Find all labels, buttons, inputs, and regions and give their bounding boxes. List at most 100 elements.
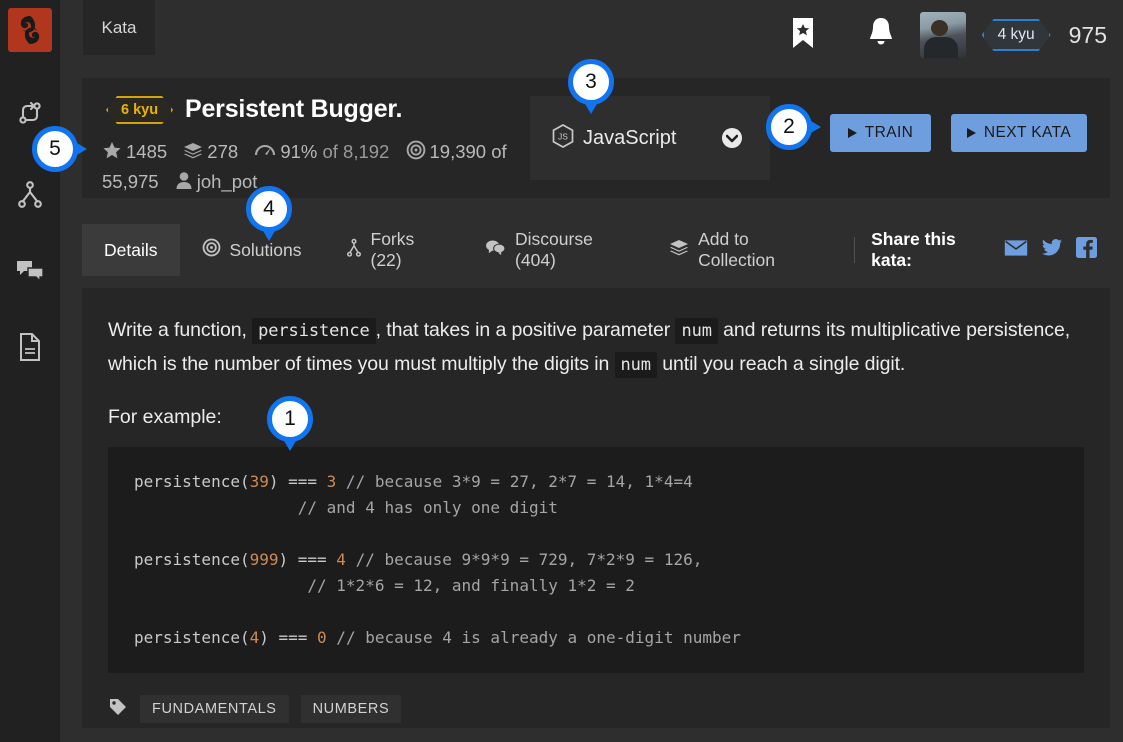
left-icon-rail	[0, 0, 60, 742]
share-twitter-button[interactable]	[1041, 238, 1063, 262]
code-line: persistence(4) === 0 // because 4 is alr…	[134, 628, 741, 647]
kata-tabs: Details Solutions Forks (22) Discourse (…	[82, 224, 1110, 276]
target-icon	[406, 140, 426, 168]
annotation-marker-3: 3	[568, 59, 614, 114]
stat-satisfaction: 91% of 8,192	[249, 141, 389, 162]
stat-satisfaction-value: 91%	[280, 141, 318, 162]
star-icon	[102, 140, 122, 168]
user-rank-label: 4 kyu	[997, 26, 1035, 43]
email-icon	[1004, 239, 1028, 262]
code-line: // 1*2*6 = 12, and finally 1*2 = 2	[134, 576, 635, 595]
next-kata-button-label: NEXT KATA	[983, 124, 1072, 141]
notifications-button[interactable]	[842, 16, 920, 55]
codewars-logo[interactable]	[8, 8, 52, 52]
bookmark-icon	[789, 16, 817, 55]
tag-item[interactable]: FUNDAMENTALS	[140, 695, 289, 723]
code-example-block: persistence(39) === 3 // because 3*9 = 2…	[108, 447, 1084, 673]
tab-discourse-label: Discourse (404)	[515, 229, 593, 270]
tab-solutions-label: Solutions	[229, 239, 302, 260]
stat-stars: 1485	[102, 141, 167, 162]
kata-description-panel: Write a function, persistence, that take…	[82, 288, 1110, 728]
annotation-marker-4: 4	[246, 186, 292, 241]
kata-tags: FUNDAMENTALS NUMBERS	[108, 695, 1084, 723]
kata-description: Write a function, persistence, that take…	[108, 314, 1084, 382]
description-text-4: until you reach a single digit.	[656, 353, 906, 375]
code-line: persistence(999) === 4 // because 9*9*9 …	[134, 550, 703, 569]
bell-icon	[866, 16, 896, 55]
stat-completed-total: 55,975	[102, 171, 159, 192]
header-actions: 4 kyu 975	[764, 0, 1113, 70]
twitter-icon	[1041, 238, 1063, 262]
marker-number: 2	[766, 104, 812, 150]
nav-tab-kata-label: Kata	[101, 17, 137, 37]
honor-points: 975	[1068, 21, 1107, 48]
tab-forks-label: Forks (22)	[370, 229, 415, 270]
next-kata-button[interactable]: NEXT KATA	[951, 114, 1087, 152]
codewars-kata-page: Kata 4 kyu 975 6 kyu Persistent Bugger. …	[0, 0, 1123, 742]
chevron-down-icon[interactable]	[722, 128, 742, 148]
stat-satisfaction-total: of 8,192	[322, 141, 390, 162]
sidebar-item-fork[interactable]	[0, 164, 60, 226]
train-button-label: TRAIN	[864, 124, 914, 141]
kata-rank-label: 6 kyu	[121, 102, 159, 118]
description-text-1: Write a function,	[108, 319, 253, 341]
sidebar-item-discussion[interactable]	[0, 240, 60, 302]
fork-icon	[16, 180, 44, 210]
language-selector[interactable]: JS JavaScript	[530, 96, 770, 180]
compare-icon	[16, 99, 44, 127]
play-icon	[966, 128, 976, 138]
person-icon	[175, 170, 193, 198]
share-label: Share this kata:	[871, 229, 956, 270]
annotation-marker-2: 2	[766, 104, 821, 150]
tag-icon	[108, 697, 128, 722]
tab-details[interactable]: Details	[82, 224, 180, 276]
tab-forks[interactable]: Forks (22)	[324, 224, 464, 276]
stack-icon	[183, 140, 203, 168]
add-to-collection-button[interactable]: Add to Collection	[647, 224, 838, 276]
stat-completed-value: 19,390 of	[429, 141, 507, 162]
marker-number: 3	[568, 59, 614, 105]
target-icon	[202, 238, 221, 262]
share-email-button[interactable]	[1004, 239, 1028, 262]
stat-collections-value: 278	[207, 141, 239, 162]
marker-number: 1	[267, 396, 313, 442]
nav-tab-kata[interactable]: Kata	[83, 0, 155, 55]
chat-icon	[485, 239, 506, 261]
train-button[interactable]: TRAIN	[830, 114, 931, 152]
stat-completed: 19,390 of	[400, 140, 507, 162]
add-to-collection-label: Add to Collection	[698, 229, 775, 270]
inline-code-num-2: num	[614, 352, 657, 378]
svg-text:JS: JS	[558, 131, 568, 141]
inline-code-num-1: num	[675, 318, 718, 344]
javascript-icon: JS	[552, 123, 574, 153]
code-line: persistence(39) === 3 // because 3*9 = 2…	[134, 472, 693, 491]
tag-item[interactable]: NUMBERS	[300, 695, 402, 723]
tab-details-label: Details	[104, 239, 158, 260]
kata-stats: 1485 278 91% of 8,192 19,390 of 55,975 j…	[102, 138, 582, 198]
stack-icon	[669, 239, 689, 262]
divider	[854, 237, 856, 263]
discussion-icon	[15, 259, 45, 283]
bookmark-button[interactable]	[764, 16, 842, 55]
code-line: // and 4 has only one digit	[134, 498, 558, 517]
marker-number: 4	[246, 186, 292, 232]
user-rank-badge[interactable]: 4 kyu	[982, 19, 1051, 51]
gauge-icon	[254, 140, 276, 168]
annotation-marker-1: 1	[267, 396, 313, 451]
sidebar-item-document[interactable]	[0, 316, 60, 378]
kata-rank-badge: 6 kyu	[106, 96, 173, 124]
annotation-marker-5: 5	[32, 126, 87, 172]
tab-discourse[interactable]: Discourse (404)	[463, 224, 647, 276]
inline-code-persistence: persistence	[252, 318, 376, 344]
user-avatar[interactable]	[919, 12, 966, 58]
marker-number: 5	[32, 126, 78, 172]
stat-collections: 278	[178, 141, 238, 162]
language-label: JavaScript	[583, 126, 677, 149]
example-label: For example:	[108, 406, 222, 428]
page-title: Persistent Bugger.	[185, 95, 403, 123]
facebook-icon	[1076, 237, 1097, 263]
description-text-2: , that takes in a positive parameter	[375, 319, 676, 341]
stat-author: joh_pot	[170, 171, 257, 192]
share-facebook-button[interactable]	[1076, 237, 1097, 263]
stat-stars-value: 1485	[126, 141, 168, 162]
